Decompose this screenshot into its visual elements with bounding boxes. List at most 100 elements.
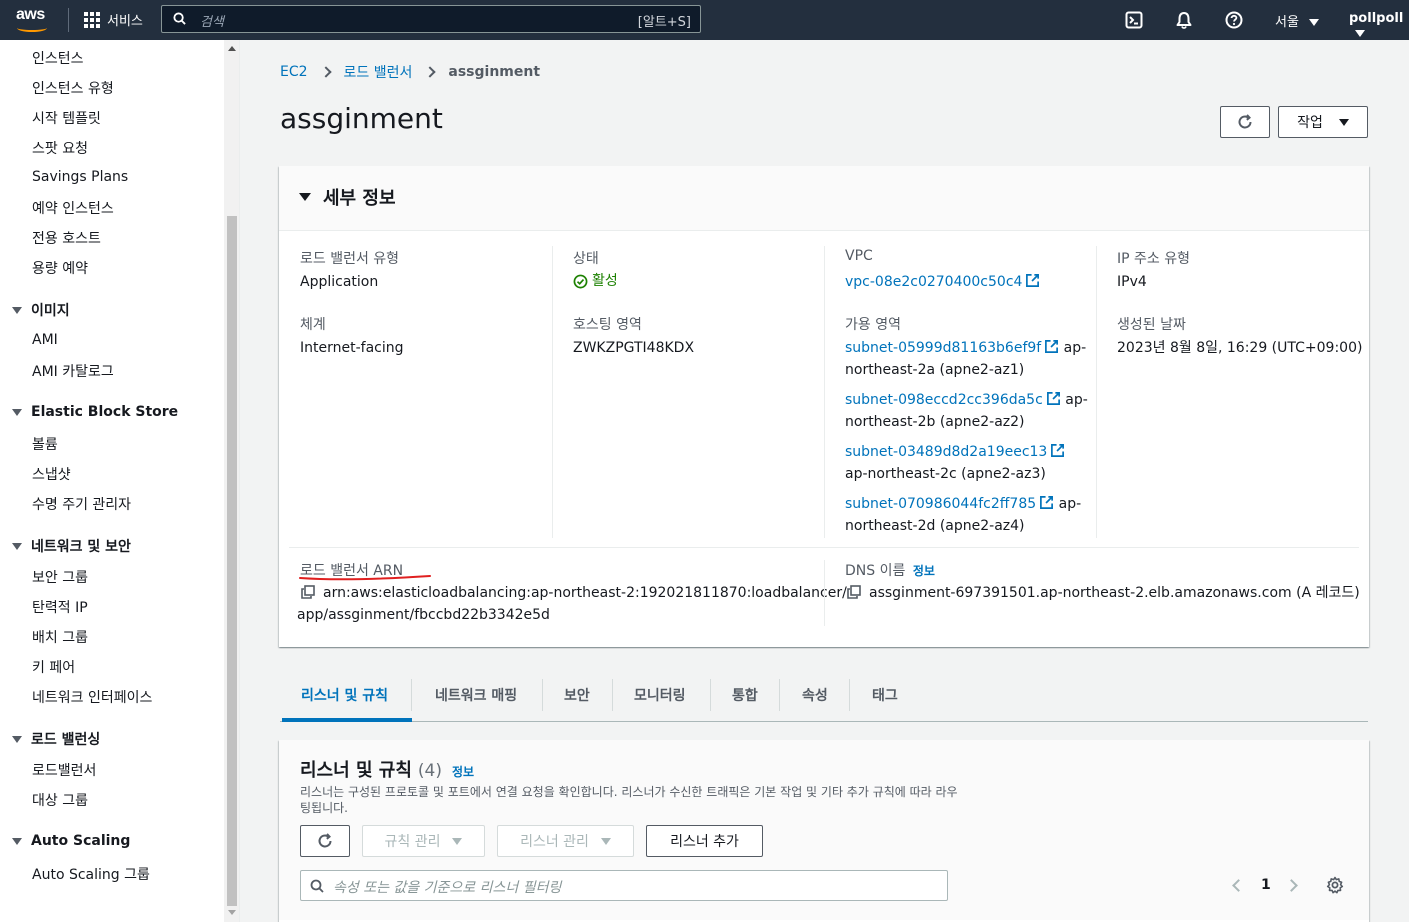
copy-icon[interactable] (301, 585, 315, 599)
sidebar-item-launch-templates[interactable]: 시작 템플릿 (32, 108, 101, 128)
scroll-down-icon[interactable] (228, 910, 236, 915)
sidebar-section-label: 로드 밸런싱 (31, 732, 101, 748)
tab-security[interactable]: 보안 (564, 668, 590, 722)
listeners-description: 리스너는 구성된 프로토콜 및 포트에서 연결 요청을 확인합니다. 리스너가 … (300, 785, 958, 815)
created-label: 생성된 날짜 (1117, 317, 1186, 333)
sidebar-item-placement-groups[interactable]: 배치 그룹 (32, 627, 88, 647)
arn-line-2: app/assginment/fbccbd22b3342e5d (297, 607, 550, 623)
cloudshell-icon[interactable] (1123, 9, 1145, 31)
page-number[interactable]: 1 (1261, 877, 1271, 893)
search-shortcut: [알트+S] (637, 15, 691, 30)
external-link-icon[interactable] (1050, 443, 1065, 458)
services-menu-button[interactable]: 서비스 (84, 10, 143, 29)
subnet-link[interactable]: subnet-03489d8d2a19eec13 (845, 444, 1047, 460)
copy-icon[interactable] (847, 585, 861, 599)
dns-label-row: DNS 이름 정보 (845, 560, 935, 580)
scrollbar-thumb[interactable] (227, 216, 237, 906)
external-link-icon[interactable] (1039, 495, 1054, 510)
sidebar-scrollbar[interactable] (224, 40, 239, 922)
chevron-left-icon[interactable] (1232, 878, 1245, 892)
subnet-link[interactable]: subnet-070986044fc2ff785 (845, 496, 1036, 512)
subnet-zone: northeast-2b (apne2-az2) (845, 414, 1025, 430)
search-input[interactable]: 검색 [알트+S] (161, 5, 701, 33)
search-icon (173, 12, 186, 25)
dns-info-link[interactable]: 정보 (913, 564, 935, 578)
manage-listeners-button[interactable]: 리스너 관리 (497, 825, 634, 857)
caret-down-icon (12, 735, 22, 743)
subnet-link[interactable]: subnet-05999d81163b6ef9f (845, 340, 1041, 356)
add-listener-button[interactable]: 리스너 추가 (646, 825, 763, 857)
tab-network-mapping[interactable]: 네트워크 매핑 (435, 668, 517, 722)
sidebar-item-capacity-reservations[interactable]: 용량 예약 (32, 258, 88, 278)
sidebar-item-snapshots[interactable]: 스냅샷 (32, 464, 71, 484)
tab-monitoring[interactable]: 모니터링 (634, 668, 686, 722)
chevron-right-icon[interactable] (1284, 878, 1298, 892)
sidebar-section-auto-scaling[interactable]: Auto Scaling (12, 833, 130, 849)
subnet-entry: subnet-05999d81163b6ef9f ap- northeast-2… (845, 337, 1086, 381)
manage-rules-label: 규칙 관리 (384, 834, 441, 850)
help-icon[interactable] (1223, 9, 1245, 31)
caret-down-icon (1338, 118, 1349, 126)
listeners-info-link[interactable]: 정보 (452, 763, 474, 780)
external-link-icon[interactable] (1025, 273, 1040, 288)
sidebar-item-instances[interactable]: 인스턴스 (32, 48, 84, 68)
sidebar-item-lifecycle-manager[interactable]: 수명 주기 관리자 (32, 494, 131, 514)
external-link-icon[interactable] (1046, 391, 1061, 406)
tab-integrations[interactable]: 통합 (732, 668, 758, 722)
sidebar-section-network-security[interactable]: 네트워크 및 보안 (12, 536, 131, 556)
sidebar-item-auto-scaling-groups[interactable]: Auto Scaling 그룹 (32, 864, 150, 884)
subnet-zone-prefix: ap- (1063, 340, 1087, 356)
listeners-panel: 리스너 및 규칙 (4) 정보 리스너는 구성된 프로토콜 및 포트에서 연결 … (279, 740, 1369, 922)
sidebar-item-key-pairs[interactable]: 키 페어 (32, 657, 75, 677)
external-link-icon[interactable] (1044, 339, 1059, 354)
tab-divider (779, 679, 780, 711)
hosted-zone-value: ZWKZPGTI48KDX (573, 340, 695, 356)
region-selector[interactable]: 서울 (1275, 11, 1320, 30)
scroll-up-icon[interactable] (228, 46, 236, 51)
sidebar-item-network-interfaces[interactable]: 네트워크 인터페이스 (32, 687, 152, 707)
actions-button[interactable]: 작업 (1278, 106, 1368, 138)
sidebar-item-dedicated-hosts[interactable]: 전용 호스트 (32, 228, 101, 248)
refresh-button[interactable] (1220, 106, 1270, 138)
aws-logo-text: aws (16, 6, 45, 23)
sidebar-item-reserved-instances[interactable]: 예약 인스턴스 (32, 198, 114, 218)
sidebar-item-savings-plans[interactable]: Savings Plans (32, 169, 128, 185)
sidebar-section-ebs[interactable]: Elastic Block Store (12, 404, 178, 420)
sidebar-item-ami[interactable]: AMI (32, 332, 58, 348)
caret-down-icon (600, 837, 611, 845)
subnet-zone-prefix: ap- (1065, 392, 1088, 408)
listener-filter-input[interactable]: 속성 또는 값을 기준으로 리스너 필터링 (300, 870, 948, 901)
sidebar-section-load-balancing[interactable]: 로드 밸런싱 (12, 729, 100, 749)
sidebar-item-spot-requests[interactable]: 스팟 요청 (32, 138, 88, 158)
tab-divider (710, 679, 711, 711)
sidebar: 인스턴스 인스턴스 유형 시작 템플릿 스팟 요청 Savings Plans … (0, 40, 240, 922)
breadcrumb-ec2[interactable]: EC2 (280, 64, 308, 80)
sidebar-item-security-groups[interactable]: 보안 그룹 (32, 567, 88, 587)
breadcrumb-load-balancers[interactable]: 로드 밸런서 (344, 62, 413, 82)
sidebar-section-label: 네트워크 및 보안 (31, 539, 131, 555)
bell-icon[interactable] (1173, 9, 1195, 31)
tab-tags[interactable]: 태그 (872, 668, 898, 722)
sidebar-section-images[interactable]: 이미지 (12, 300, 70, 320)
tab-attributes[interactable]: 속성 (802, 668, 828, 722)
aws-logo[interactable]: aws (16, 6, 52, 34)
arn-value: arn:aws:elasticloadbalancing:ap-northeas… (297, 582, 847, 626)
tab-listeners-rules[interactable]: 리스너 및 규칙 (301, 668, 388, 722)
vpc-link[interactable]: vpc-08e2c0270400c50c4 (845, 274, 1022, 290)
manage-rules-button[interactable]: 규칙 관리 (362, 825, 485, 857)
settings-gear-icon[interactable] (1326, 876, 1344, 894)
state-value: 활성 (573, 270, 618, 292)
aws-smile-icon (17, 24, 47, 32)
sidebar-item-target-groups[interactable]: 대상 그룹 (32, 790, 88, 810)
sidebar-item-load-balancers[interactable]: 로드밸런서 (32, 760, 96, 780)
sidebar-item-ami-catalog[interactable]: AMI 카탈로그 (32, 361, 114, 381)
sidebar-item-elastic-ips[interactable]: 탄력적 IP (32, 597, 88, 617)
listeners-refresh-button[interactable] (300, 825, 350, 857)
sidebar-item-instance-types[interactable]: 인스턴스 유형 (32, 78, 114, 98)
sidebar-item-volumes[interactable]: 볼륨 (32, 434, 58, 454)
tab-divider (849, 679, 850, 711)
subnet-link[interactable]: subnet-098eccd2cc396da5c (845, 392, 1043, 408)
caret-down-icon (12, 837, 22, 845)
user-menu[interactable]: pollpoll (1349, 11, 1409, 41)
details-header[interactable]: 세부 정보 (279, 166, 1369, 231)
